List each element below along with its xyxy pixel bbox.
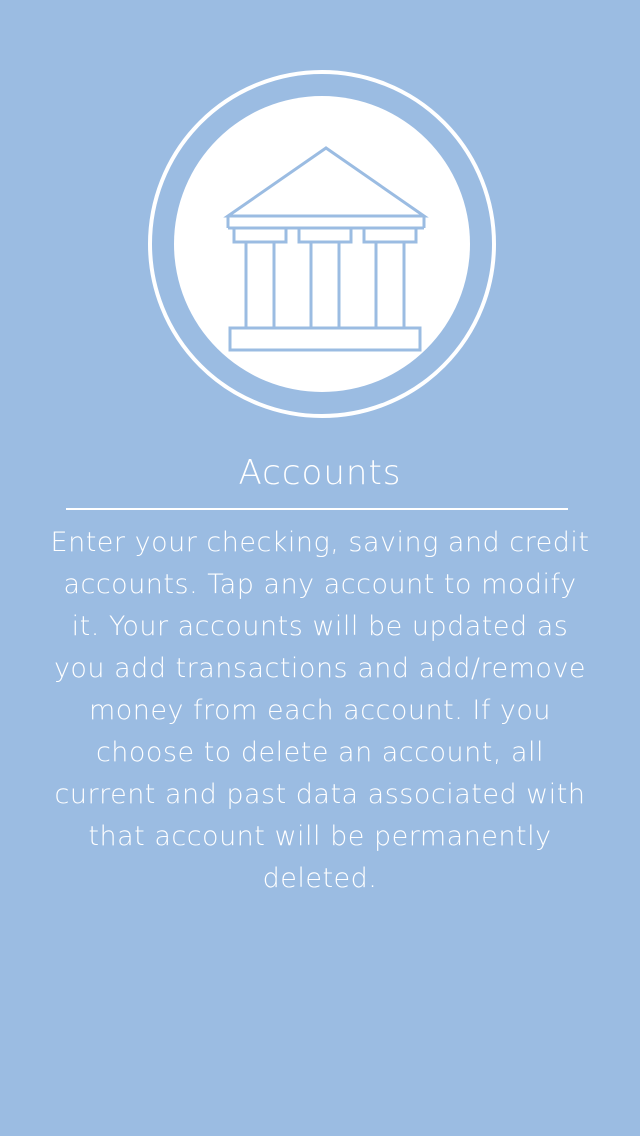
accounts-onboarding-screen: Accounts Enter your checking, saving and…	[0, 0, 640, 1136]
page-description: Enter your checking, saving and credit a…	[50, 527, 590, 894]
bank-icon-ring	[148, 70, 496, 418]
bank-icon-disc	[174, 96, 470, 392]
bank-icon	[223, 146, 429, 352]
title-divider	[66, 508, 568, 510]
page-title: Accounts	[238, 453, 402, 493]
